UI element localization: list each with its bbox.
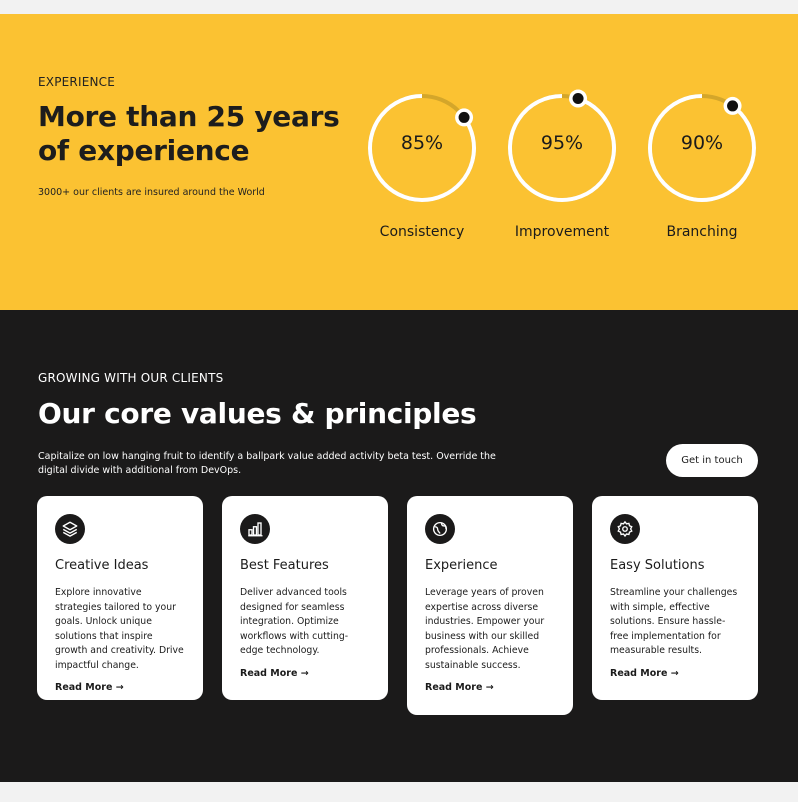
ring-knob-center — [572, 93, 584, 105]
card-body: Deliver advanced tools designed for seam… — [240, 587, 349, 656]
get-in-touch-button[interactable]: Get in touch — [666, 444, 758, 477]
card-title: Best Features — [240, 558, 329, 573]
card-title: Experience — [425, 558, 498, 573]
value-card-best-features: Best Features Deliver advanced tools des… — [222, 496, 388, 700]
card-title: Easy Solutions — [610, 558, 705, 573]
values-description: Capitalize on low hanging fruit to ident… — [38, 451, 496, 476]
read-more-link[interactable]: Read More → — [55, 682, 185, 693]
stat-improvement: 95% Improvement — [502, 88, 622, 240]
value-card-creative-ideas: Creative Ideas Explore innovative strate… — [37, 496, 203, 700]
stat-consistency: 85% Consistency — [362, 88, 482, 240]
values-headline: Our core values & principles — [38, 397, 477, 430]
top-strip — [0, 0, 798, 14]
read-more-link[interactable]: Read More → — [425, 682, 555, 693]
gear-icon — [610, 514, 640, 544]
card-body: Explore innovative strategies tailored t… — [55, 587, 184, 671]
layers-icon — [55, 514, 85, 544]
bottom-strip — [0, 782, 798, 802]
value-card-easy-solutions: Easy Solutions Streamline your challenge… — [592, 496, 758, 700]
ring-knob-center — [458, 111, 470, 123]
stat-label: Branching — [666, 224, 738, 240]
stat-label: Consistency — [379, 224, 465, 240]
experience-subtext: 3000+ our clients are insured around the… — [38, 187, 265, 198]
stat-value: 85% — [400, 132, 444, 154]
card-body: Streamline your challenges with simple, … — [610, 587, 738, 656]
read-more-link[interactable]: Read More → — [610, 668, 740, 679]
stat-branching: 90% Branching — [642, 88, 762, 240]
globe-icon — [425, 514, 455, 544]
read-more-link[interactable]: Read More → — [240, 668, 370, 679]
value-card-experience: Experience Leverage years of proven expe… — [407, 496, 573, 715]
stat-value: 90% — [680, 132, 724, 154]
experience-eyebrow: EXPERIENCE — [38, 75, 116, 89]
stat-value: 95% — [540, 132, 584, 154]
card-title: Creative Ideas — [55, 558, 149, 573]
ring-knob-center — [727, 100, 739, 112]
stat-label: Improvement — [514, 224, 610, 240]
card-body: Leverage years of proven expertise acros… — [425, 587, 545, 671]
bar-chart-icon — [240, 514, 270, 544]
experience-headline: More than 25 years of experience — [38, 100, 340, 167]
values-eyebrow: GROWING WITH OUR CLIENTS — [38, 371, 224, 385]
